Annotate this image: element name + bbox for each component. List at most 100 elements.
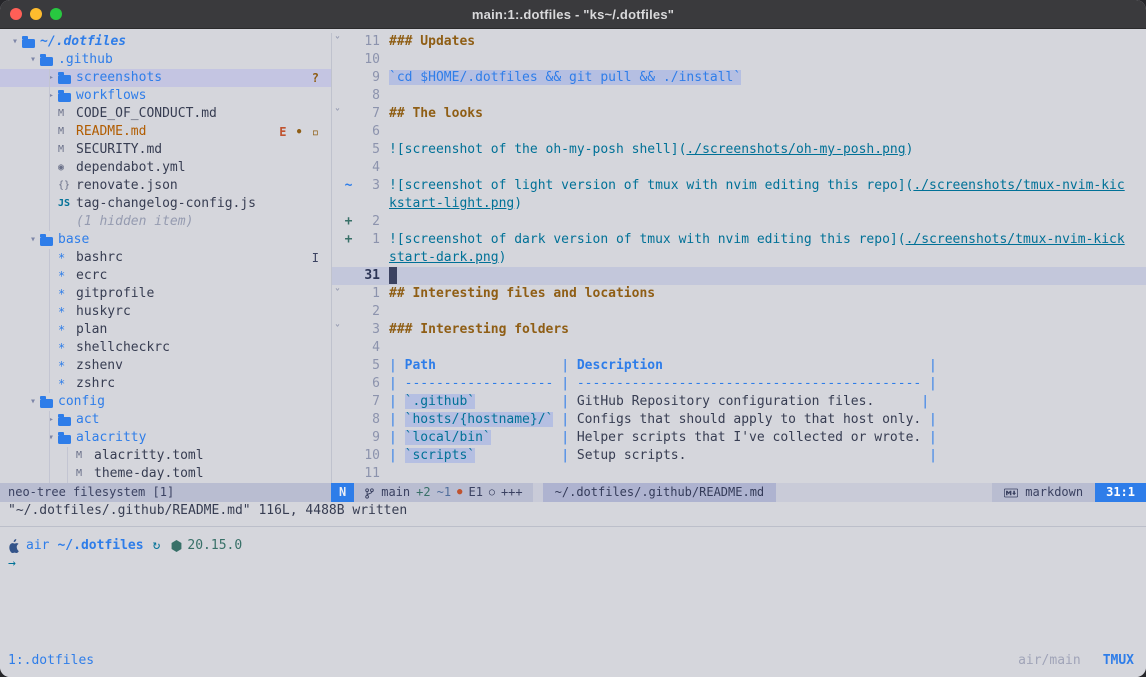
expander-icon[interactable]: ▸	[44, 411, 58, 429]
editor-line[interactable]: 4	[332, 339, 1146, 357]
tree-item-base[interactable]: ▾base	[0, 231, 331, 249]
editor-line[interactable]: ˇ11### Updates	[332, 33, 1146, 51]
tmux-window-tab[interactable]: 1:.dotfiles	[8, 653, 94, 668]
editor-line[interactable]: 5| Path | Description |	[332, 357, 1146, 375]
line-text[interactable]	[380, 303, 389, 321]
line-text[interactable]	[380, 159, 389, 177]
editor-line[interactable]: 10| `scripts` | Setup scripts. |	[332, 447, 1146, 465]
editor-line[interactable]: 6| ------------------- | ---------------…	[332, 375, 1146, 393]
editor-line[interactable]: ˇ7## The looks	[332, 105, 1146, 123]
tree-item-dependabot-yml[interactable]: ◉dependabot.yml	[0, 159, 331, 177]
line-text[interactable]: `cd $HOME/.dotfiles && git pull && ./ins…	[380, 69, 741, 87]
fold-icon[interactable]: ˇ	[332, 285, 343, 303]
editor-line[interactable]: 8| `hosts/{hostname}/` | Configs that sh…	[332, 411, 1146, 429]
expander-icon[interactable]: ▾	[26, 51, 40, 69]
line-text[interactable]: | ------------------- | ----------------…	[380, 375, 937, 393]
editor-line[interactable]: 5![screenshot of the oh-my-posh shell](.…	[332, 141, 1146, 159]
expander-icon[interactable]: ▾	[26, 393, 40, 411]
line-text[interactable]: | `hosts/{hostname}/` | Configs that sho…	[380, 411, 937, 429]
line-text[interactable]: ![screenshot of the oh-my-posh shell](./…	[380, 141, 913, 159]
fold-icon[interactable]: ˇ	[332, 105, 343, 123]
editor-line[interactable]: +2	[332, 213, 1146, 231]
line-text[interactable]: kstart-light.png)	[380, 195, 522, 213]
file-icon: M	[58, 105, 76, 123]
tree-item-zshrc[interactable]: *zshrc	[0, 375, 331, 393]
tree-item-code-of-conduct-md[interactable]: MCODE_OF_CONDUCT.md	[0, 105, 331, 123]
tree-item-dotfiles[interactable]: ▾~/.dotfiles	[0, 33, 331, 51]
line-text[interactable]: ### Updates	[380, 33, 475, 51]
editor-line[interactable]: start-dark.png)	[332, 249, 1146, 267]
editor-line[interactable]: 7| `.github` | GitHub Repository configu…	[332, 393, 1146, 411]
line-text[interactable]	[380, 267, 397, 285]
titlebar[interactable]: main:1:.dotfiles - "ks~/.dotfiles"	[0, 0, 1146, 29]
text-segment: )	[499, 250, 507, 265]
line-text[interactable]: ![screenshot of light version of tmux wi…	[380, 177, 1125, 195]
line-text[interactable]	[380, 465, 389, 483]
tree-item-security-md[interactable]: MSECURITY.md	[0, 141, 331, 159]
fold-icon[interactable]: ˇ	[332, 33, 343, 51]
tree-item-alacritty-toml[interactable]: Malacritty.toml	[0, 447, 331, 465]
editor-line[interactable]: 2	[332, 303, 1146, 321]
tree-item-screenshots[interactable]: ▸screenshots?	[0, 69, 331, 87]
line-text[interactable]	[380, 51, 389, 69]
shell-pane[interactable]: air ~/.dotfiles ↻ 20.15.0 →	[0, 526, 1146, 573]
editor-line[interactable]: 8	[332, 87, 1146, 105]
editor-line[interactable]: ˇ3### Interesting folders	[332, 321, 1146, 339]
tree-item-readme-md[interactable]: MREADME.mdE•▫	[0, 123, 331, 141]
editor-line[interactable]: 9`cd $HOME/.dotfiles && git pull && ./in…	[332, 69, 1146, 87]
tree-item-shellcheckrc[interactable]: *shellcheckrc	[0, 339, 331, 357]
editor-pane[interactable]: ˇ11### Updates109`cd $HOME/.dotfiles && …	[331, 33, 1146, 483]
editor-line[interactable]: 9| `local/bin` | Helper scripts that I'v…	[332, 429, 1146, 447]
line-text[interactable]	[380, 123, 389, 141]
tree-item-workflows[interactable]: ▸workflows	[0, 87, 331, 105]
fold-icon[interactable]: ˇ	[332, 321, 343, 339]
tree-item-theme-day-toml[interactable]: Mtheme-day.toml	[0, 465, 331, 483]
lualine-statusbar: N main +2 ~1 ● E1 ○ +++ ~/.dotfiles/.git…	[331, 483, 1146, 502]
editor-line[interactable]: kstart-light.png)	[332, 195, 1146, 213]
editor-line[interactable]: 4	[332, 159, 1146, 177]
editor-line[interactable]: 6	[332, 123, 1146, 141]
line-text[interactable]: | `local/bin` | Helper scripts that I've…	[380, 429, 937, 447]
tree-item-alacritty[interactable]: ▾alacritty	[0, 429, 331, 447]
shell-prompt: air ~/.dotfiles ↻ 20.15.0	[8, 537, 1138, 555]
editor-line[interactable]: ˇ1## Interesting files and locations	[332, 285, 1146, 303]
expander-icon[interactable]: ▾	[44, 429, 58, 447]
tree-item-config[interactable]: ▾config	[0, 393, 331, 411]
tree-item-github[interactable]: ▾.github	[0, 51, 331, 69]
tree-item-tag-changelog-config-js[interactable]: JStag-changelog-config.js	[0, 195, 331, 213]
tree-item-bashrc[interactable]: *bashrcI	[0, 249, 331, 267]
tree-item-gitprofile[interactable]: *gitprofile	[0, 285, 331, 303]
expander-icon[interactable]: ▸	[44, 87, 58, 105]
expander-icon[interactable]: ▾	[8, 33, 22, 51]
tree-item-zshenv[interactable]: *zshenv	[0, 357, 331, 375]
tree-item-act[interactable]: ▸act	[0, 411, 331, 429]
tree-item-plan[interactable]: *plan	[0, 321, 331, 339]
close-button[interactable]	[10, 8, 22, 20]
tree-item-renovate-json[interactable]: {}renovate.json	[0, 177, 331, 195]
line-text[interactable]: | `.github` | GitHub Repository configur…	[380, 393, 929, 411]
tree-item-1-hidden-item[interactable]: (1 hidden item)	[0, 213, 331, 231]
line-text[interactable]: ## Interesting files and locations	[380, 285, 655, 303]
editor-line[interactable]: 10	[332, 51, 1146, 69]
line-text[interactable]	[380, 87, 389, 105]
line-text[interactable]: | `scripts` | Setup scripts. |	[380, 447, 937, 465]
expander-icon[interactable]: ▾	[26, 231, 40, 249]
neotree-sidebar[interactable]: ▾~/.dotfiles▾.github▸screenshots?▸workfl…	[0, 33, 331, 483]
tree-item-ecrc[interactable]: *ecrc	[0, 267, 331, 285]
line-text[interactable]	[380, 339, 389, 357]
file-icon: *	[58, 357, 76, 375]
zoom-button[interactable]	[50, 8, 62, 20]
editor-line[interactable]: +1![screenshot of dark version of tmux w…	[332, 231, 1146, 249]
line-text[interactable]: ![screenshot of dark version of tmux wit…	[380, 231, 1125, 249]
editor-line[interactable]: ~3![screenshot of light version of tmux …	[332, 177, 1146, 195]
line-text[interactable]: ### Interesting folders	[380, 321, 569, 339]
line-text[interactable]: start-dark.png)	[380, 249, 506, 267]
minimize-button[interactable]	[30, 8, 42, 20]
line-text[interactable]: ## The looks	[380, 105, 483, 123]
expander-icon[interactable]: ▸	[44, 69, 58, 87]
editor-line[interactable]: 31	[332, 267, 1146, 285]
line-text[interactable]	[380, 213, 389, 231]
tree-item-huskyrc[interactable]: *huskyrc	[0, 303, 331, 321]
line-text[interactable]: | Path | Description |	[380, 357, 937, 375]
editor-line[interactable]: 11	[332, 465, 1146, 483]
